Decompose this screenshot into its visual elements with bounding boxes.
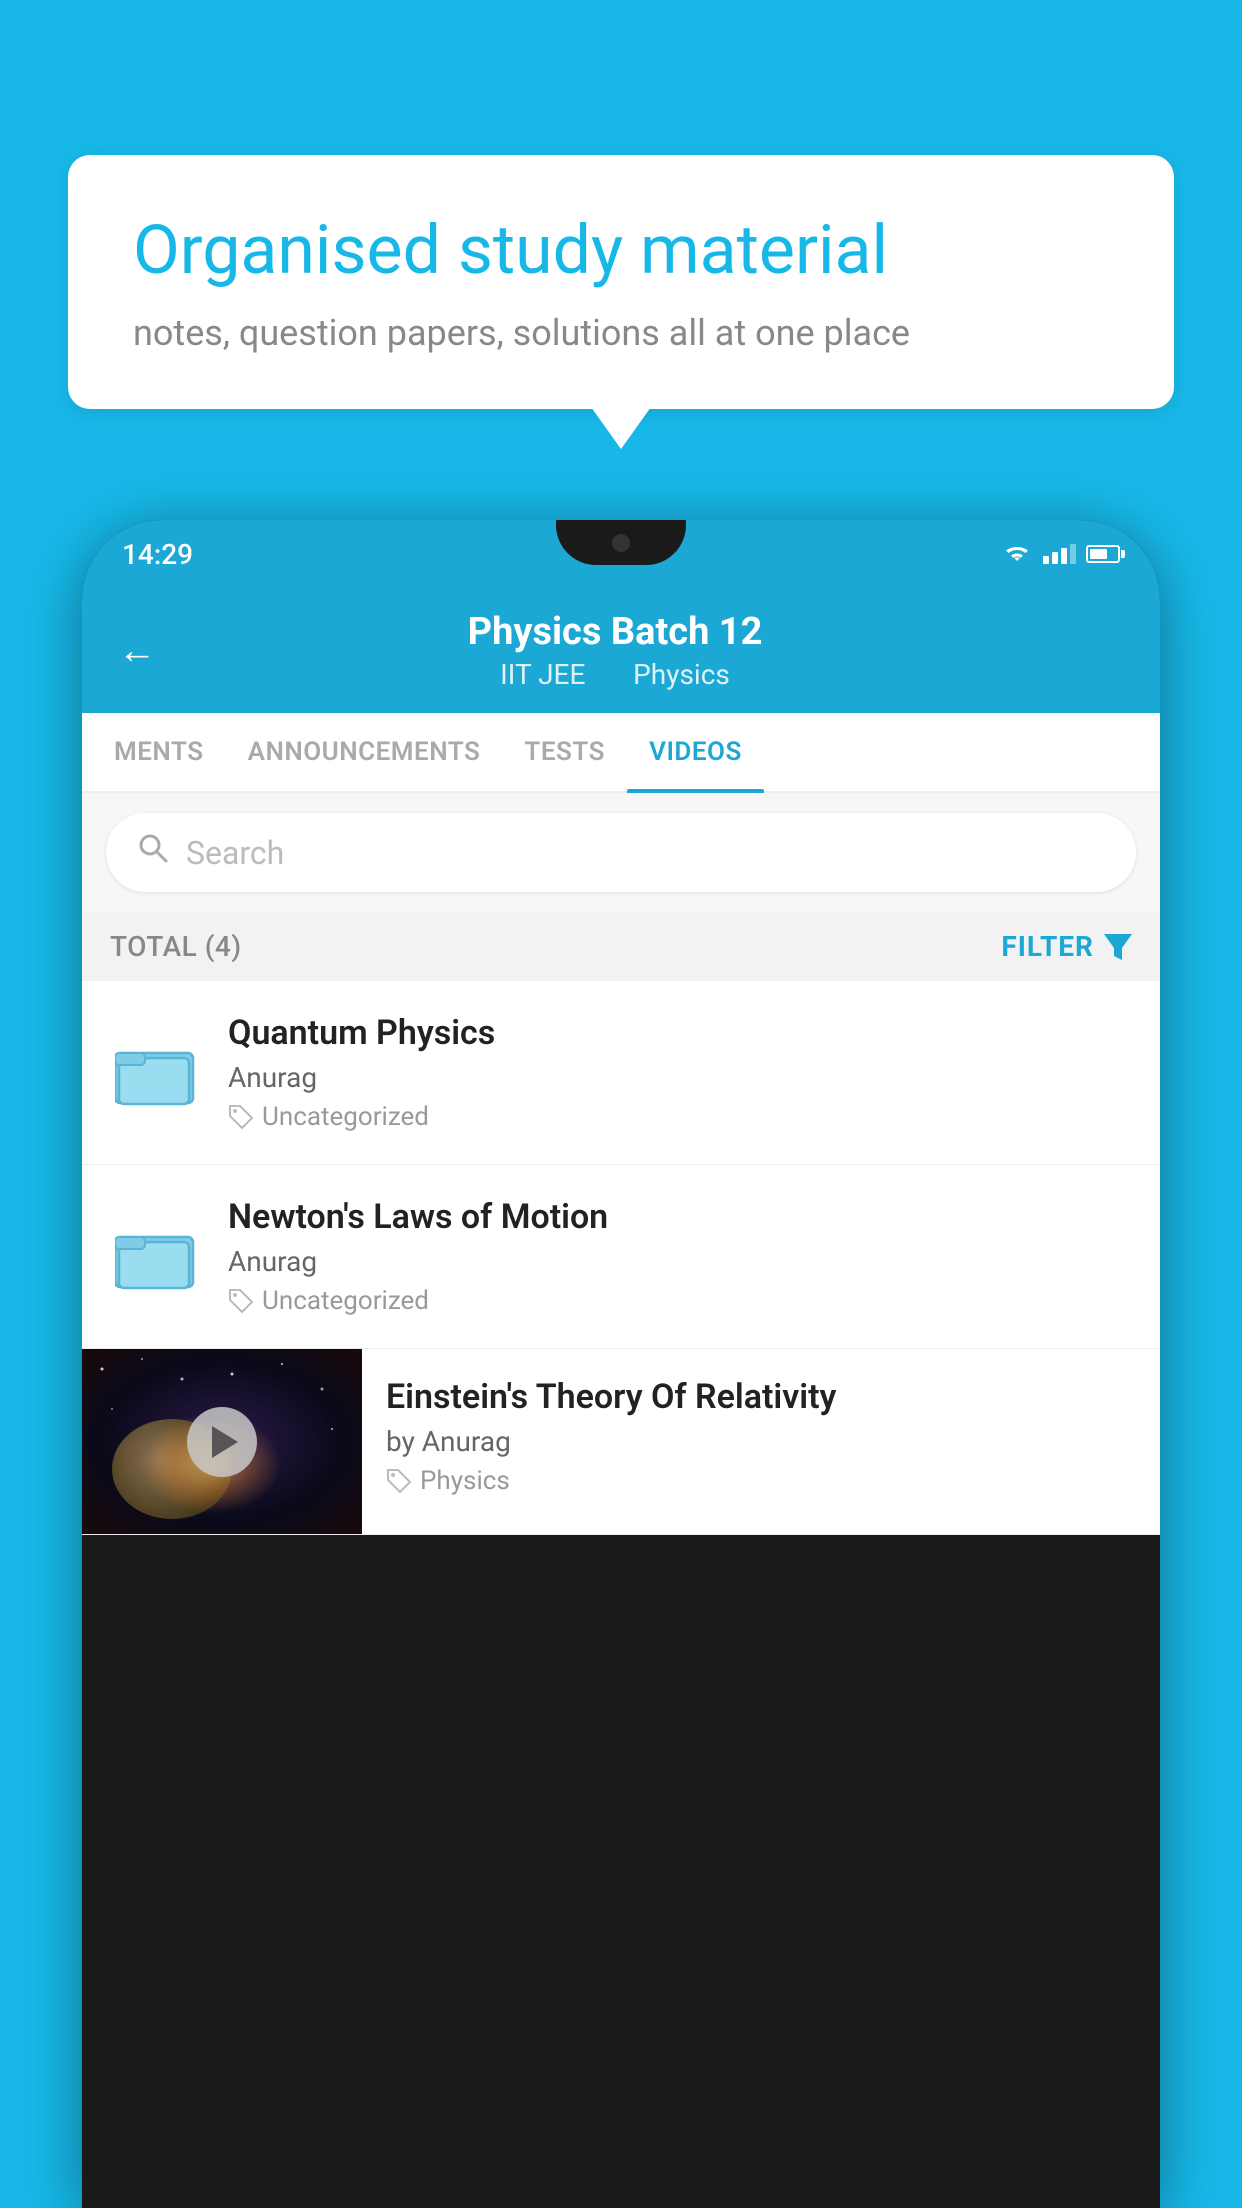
- header-title: Physics Batch 12: [186, 610, 1044, 654]
- search-icon: [136, 831, 170, 874]
- signal-icon: [1043, 544, 1076, 564]
- speech-bubble: Organised study material notes, question…: [68, 155, 1174, 409]
- tab-videos[interactable]: VIDEOS: [627, 713, 764, 791]
- filter-funnel-icon: [1104, 934, 1132, 960]
- tab-tests[interactable]: TESTS: [502, 713, 627, 791]
- tag-icon: [228, 1288, 254, 1314]
- tab-ments[interactable]: MENTS: [92, 713, 226, 791]
- speech-bubble-subtitle: notes, question papers, solutions all at…: [133, 312, 1109, 354]
- tag-icon: [386, 1468, 412, 1494]
- folder-icon: [115, 1038, 195, 1108]
- battery-fill: [1090, 549, 1107, 559]
- phone-screen: MENTS ANNOUNCEMENTS TESTS VIDEOS: [82, 713, 1160, 1535]
- video-author: Anurag: [228, 1061, 1132, 1094]
- header-subtitle-physics: Physics: [633, 658, 730, 691]
- camera-dot: [612, 534, 630, 552]
- video-thumbnail: [82, 1349, 362, 1534]
- status-bar: 14:29: [82, 520, 1160, 588]
- wifi-icon: [1001, 543, 1033, 565]
- filter-button[interactable]: FILTER: [1001, 930, 1132, 963]
- battery-icon: [1086, 545, 1120, 563]
- app-header: ← Physics Batch 12 IIT JEE Physics: [82, 588, 1160, 713]
- tab-announcements[interactable]: ANNOUNCEMENTS: [226, 713, 503, 791]
- total-count-label: TOTAL (4): [110, 930, 242, 963]
- tag-icon: [228, 1104, 254, 1130]
- search-placeholder: Search: [186, 834, 284, 872]
- video-author: Anurag: [228, 1245, 1132, 1278]
- video-tag: Uncategorized: [228, 1286, 1132, 1316]
- speech-bubble-container: Organised study material notes, question…: [68, 155, 1174, 409]
- video-tag: Physics: [386, 1466, 1136, 1496]
- header-subtitle-iit: IIT JEE: [500, 658, 585, 691]
- folder-icon: [115, 1222, 195, 1292]
- video-title: Einstein's Theory Of Relativity: [386, 1377, 1136, 1417]
- video-title: Newton's Laws of Motion: [228, 1197, 1132, 1237]
- video-list: Quantum Physics Anurag Uncategorized: [82, 981, 1160, 1535]
- play-button[interactable]: [187, 1407, 257, 1477]
- list-item[interactable]: Newton's Laws of Motion Anurag Uncategor…: [82, 1165, 1160, 1349]
- header-subtitle: IIT JEE Physics: [186, 658, 1044, 691]
- status-time: 14:29: [122, 538, 193, 571]
- filter-bar: TOTAL (4) FILTER: [82, 912, 1160, 981]
- video-info: Newton's Laws of Motion Anurag Uncategor…: [228, 1197, 1132, 1316]
- video-title: Quantum Physics: [228, 1013, 1132, 1053]
- video-info: Quantum Physics Anurag Uncategorized: [228, 1013, 1132, 1132]
- list-item[interactable]: Quantum Physics Anurag Uncategorized: [82, 981, 1160, 1165]
- search-bar-container: Search: [82, 793, 1160, 912]
- video-info: Einstein's Theory Of Relativity by Anura…: [362, 1349, 1160, 1524]
- play-triangle-icon: [212, 1426, 238, 1458]
- speech-bubble-title: Organised study material: [133, 210, 1109, 292]
- search-bar[interactable]: Search: [106, 813, 1136, 892]
- video-tag: Uncategorized: [228, 1102, 1132, 1132]
- back-button[interactable]: ←: [118, 629, 156, 673]
- header-title-block: Physics Batch 12 IIT JEE Physics: [186, 610, 1044, 691]
- folder-icon-wrapper: [110, 1222, 200, 1292]
- folder-icon-wrapper: [110, 1038, 200, 1108]
- list-item[interactable]: Einstein's Theory Of Relativity by Anura…: [82, 1349, 1160, 1535]
- video-author: by Anurag: [386, 1425, 1136, 1458]
- tabs-bar: MENTS ANNOUNCEMENTS TESTS VIDEOS: [82, 713, 1160, 793]
- phone-frame: 14:29 ← Physi: [82, 520, 1160, 2208]
- phone-notch: [556, 520, 686, 565]
- status-icons: [1001, 543, 1120, 565]
